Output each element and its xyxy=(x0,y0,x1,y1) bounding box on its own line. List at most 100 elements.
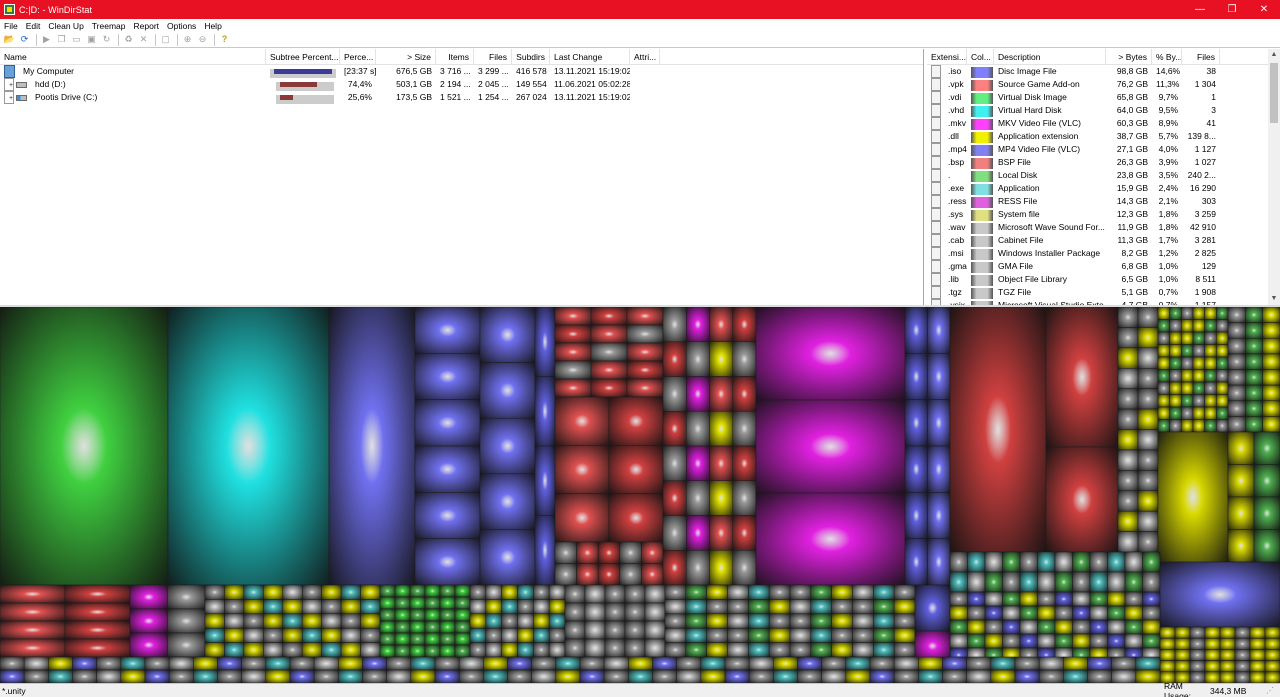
treemap-block-gray[interactable] xyxy=(1107,571,1126,593)
treemap-block-gray[interactable] xyxy=(990,669,1016,683)
scroll-up-icon[interactable]: ▲ xyxy=(1268,49,1280,61)
treemap-block-dll[interactable] xyxy=(243,642,264,658)
extension-row[interactable]: .vpk Source Game Add-on 76,2 GB 11,3% 1 304 xyxy=(927,78,1268,91)
treemap-block-mp4[interactable] xyxy=(927,307,951,354)
treemap-block-gray[interactable] xyxy=(748,669,774,683)
treemap-block-gray[interactable] xyxy=(469,642,487,658)
treemap-block-vpk[interactable] xyxy=(554,378,592,398)
treemap-block-mixed[interactable] xyxy=(1124,633,1143,649)
treemap-block-mixed[interactable] xyxy=(709,515,733,551)
treemap-block-mixed[interactable] xyxy=(1227,529,1255,563)
treemap-block-mixed[interactable] xyxy=(1245,338,1263,355)
col-bytes[interactable]: > Bytes xyxy=(1106,49,1152,65)
treemap-block-dll[interactable] xyxy=(1204,331,1217,345)
extension-row[interactable]: .mkv MKV Video File (VLC) 60,3 GB 8,9% 41 xyxy=(927,117,1268,130)
treemap-block-gray[interactable] xyxy=(362,656,387,671)
treemap-block-dll[interactable] xyxy=(204,627,225,643)
treemap-block-gray[interactable] xyxy=(869,656,895,671)
treemap-block-bsp[interactable] xyxy=(1045,446,1119,553)
treemap-block-mixed[interactable] xyxy=(662,550,687,586)
treemap-block-mixed[interactable] xyxy=(706,613,728,629)
treemap-block-dll[interactable] xyxy=(1181,319,1194,333)
treemap-block-vpk[interactable] xyxy=(554,493,610,543)
treemap-block-gray[interactable] xyxy=(1142,551,1161,573)
treemap-block-gray[interactable] xyxy=(918,656,943,671)
treemap-block-mkv[interactable] xyxy=(129,632,168,658)
treemap-block-mixed[interactable] xyxy=(831,599,853,615)
treemap-block-gray[interactable] xyxy=(966,669,992,683)
treemap-block-bsp[interactable] xyxy=(597,563,621,586)
treemap-block-mixed[interactable] xyxy=(1253,431,1280,465)
treemap-block-vpk[interactable] xyxy=(64,638,131,658)
treemap-block-mixed[interactable] xyxy=(1037,633,1056,649)
treemap-block-dll[interactable] xyxy=(1189,660,1206,673)
treemap-block-mixed[interactable] xyxy=(1037,605,1056,621)
treemap-block-bsp[interactable] xyxy=(641,541,664,564)
treemap-block-mixed[interactable] xyxy=(1262,400,1280,417)
treemap-block-iso[interactable] xyxy=(479,417,536,475)
treemap-block-dll[interactable] xyxy=(301,642,322,658)
treemap-block-dll[interactable] xyxy=(1157,369,1170,383)
treemap-block-dll[interactable] xyxy=(360,613,381,629)
treemap-block-local[interactable] xyxy=(409,620,426,634)
treemap-block-dll[interactable] xyxy=(1249,671,1266,683)
treemap-block-mixed[interactable] xyxy=(1227,464,1255,498)
treemap-block-dll[interactable] xyxy=(1159,637,1176,650)
treemap-block-gray[interactable] xyxy=(584,584,606,604)
treemap-block-gray[interactable] xyxy=(984,571,1003,593)
treemap-block-dll[interactable] xyxy=(243,599,264,615)
col-extension[interactable]: Extensi... xyxy=(927,49,967,65)
treemap-block-dll[interactable] xyxy=(1181,307,1194,320)
play-icon[interactable]: ▶ xyxy=(40,33,53,46)
treemap-block-dll[interactable] xyxy=(1157,331,1170,345)
treemap-block-gray[interactable] xyxy=(624,638,646,658)
treemap-block-dll[interactable] xyxy=(1204,419,1217,433)
treemap-block-dll[interactable] xyxy=(1264,660,1280,673)
treemap-block-gray[interactable] xyxy=(869,669,895,683)
treemap-block-dll[interactable] xyxy=(1204,307,1217,320)
treemap-block-mixed[interactable] xyxy=(732,515,757,551)
treemap-block-dll[interactable] xyxy=(224,627,245,643)
treemap-block-gray[interactable] xyxy=(96,669,122,683)
treemap-block-dll[interactable] xyxy=(1169,319,1182,333)
treemap-block-bsp[interactable] xyxy=(619,563,642,586)
col-items[interactable]: Items xyxy=(436,49,474,65)
treemap-block-dll[interactable] xyxy=(1234,649,1251,661)
treemap-block-gray[interactable] xyxy=(548,599,566,615)
col-description[interactable]: Description xyxy=(994,49,1106,65)
treemap-block-gray[interactable] xyxy=(501,584,518,600)
extension-row[interactable]: .vdi Virtual Disk Image 65,8 GB 9,7% 1 xyxy=(927,91,1268,104)
treemap-block-mixed[interactable] xyxy=(685,627,707,643)
treemap-block-gray[interactable] xyxy=(410,669,436,683)
treemap-block-dll[interactable] xyxy=(224,613,245,629)
treemap-block-mixed[interactable] xyxy=(1002,591,1021,607)
treemap-block-gray[interactable] xyxy=(644,638,666,658)
treemap-block-dll[interactable] xyxy=(321,599,342,615)
treemap-block-mixed[interactable] xyxy=(1227,416,1246,433)
menu-edit[interactable]: Edit xyxy=(22,21,45,31)
treemap-block-vpk[interactable] xyxy=(554,324,592,344)
treemap-block-dll[interactable] xyxy=(1219,626,1236,639)
treemap-block-vpk[interactable] xyxy=(64,620,131,640)
delete-icon[interactable]: ✕ xyxy=(137,33,150,46)
treemap-block-gray[interactable] xyxy=(241,656,267,671)
treemap-block-mixed[interactable] xyxy=(1072,633,1091,649)
treemap-block-mixed[interactable] xyxy=(664,613,687,629)
treemap-block-local[interactable] xyxy=(424,596,441,610)
treemap-block-mixed[interactable] xyxy=(1245,307,1263,323)
treemap-block-dll[interactable] xyxy=(1192,394,1205,408)
treemap-block-gray[interactable] xyxy=(265,656,291,671)
treemap-block-mp4[interactable] xyxy=(927,538,951,586)
treemap-block-mixed[interactable] xyxy=(967,591,986,607)
treemap-block-gray[interactable] xyxy=(1089,571,1108,593)
treemap-block-gray[interactable] xyxy=(821,669,847,683)
treemap-block-vpk[interactable] xyxy=(554,396,610,446)
treemap-block-mixed[interactable] xyxy=(1253,496,1280,530)
treemap-block-gray[interactable] xyxy=(1107,551,1126,573)
treemap-block-gray[interactable] xyxy=(469,584,487,600)
treemap-block-mixed[interactable] xyxy=(1262,353,1280,370)
treemap-block-mixed[interactable] xyxy=(768,613,791,629)
treemap-block-gray[interactable] xyxy=(724,656,750,671)
treemap-block-mixed[interactable] xyxy=(1002,619,1021,635)
treemap-block-dll[interactable] xyxy=(1264,626,1280,639)
